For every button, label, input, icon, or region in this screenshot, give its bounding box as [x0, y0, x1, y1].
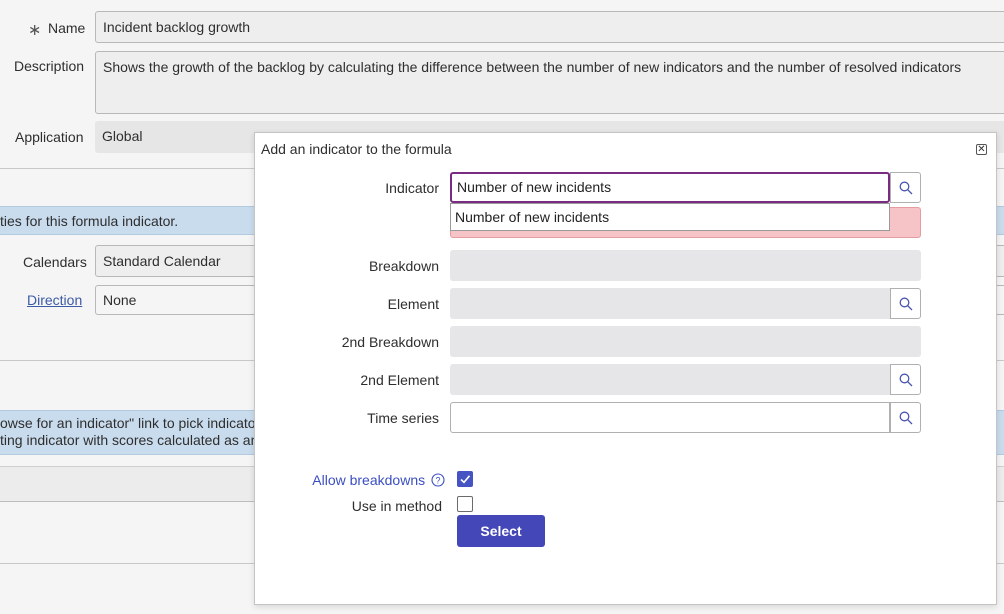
checkmark-icon	[460, 475, 471, 484]
allow-breakdowns-row: Allow breakdowns ?	[311, 472, 445, 488]
breakdown-label: Breakdown	[368, 258, 439, 274]
element2-field	[450, 364, 890, 395]
breakdown2-label: 2nd Breakdown	[341, 334, 439, 350]
search-icon	[899, 411, 913, 425]
time-series-label: Time series	[367, 410, 439, 426]
search-icon	[899, 181, 913, 195]
application-label: Application	[15, 129, 84, 145]
description-label: Description	[14, 58, 85, 74]
help-line-2: ting indicator with scores calculated as…	[0, 432, 259, 448]
breakdown2-field	[450, 326, 921, 357]
direction-link-text[interactable]: Direction	[27, 292, 82, 308]
search-icon	[899, 373, 913, 387]
dialog-title: Add an indicator to the formula	[261, 141, 452, 157]
breakdown-field	[450, 250, 921, 281]
name-field[interactable]: Incident backlog growth	[95, 11, 1004, 43]
help-line-1: owse for an indicator" link to pick indi…	[0, 415, 256, 431]
indicator-search-button[interactable]	[890, 172, 921, 203]
use-in-method-checkbox[interactable]	[457, 496, 473, 512]
help-circle-icon[interactable]: ?	[431, 473, 445, 487]
allow-breakdowns-checkbox[interactable]	[457, 471, 473, 487]
time-series-field[interactable]	[450, 402, 890, 433]
required-asterisk: ∗	[28, 22, 42, 39]
svg-text:?: ?	[435, 476, 440, 486]
calendars-label: Calendars	[23, 254, 87, 270]
name-label: Name	[48, 20, 86, 36]
element2-label: 2nd Element	[360, 372, 439, 388]
element-search-button[interactable]	[890, 288, 921, 319]
use-in-method-label: Use in method	[351, 498, 442, 514]
add-indicator-dialog: Add an indicator to the formula ✕ Indica…	[254, 132, 997, 605]
direction-link[interactable]: Direction	[27, 292, 82, 308]
indicator-input[interactable]: Number of new incidents	[450, 172, 890, 203]
element-label: Element	[387, 296, 439, 312]
description-field[interactable]: Shows the growth of the backlog by calcu…	[95, 51, 1004, 114]
select-button[interactable]: Select	[457, 515, 545, 547]
element2-search-button[interactable]	[890, 364, 921, 395]
indicator-label: Indicator	[385, 180, 439, 196]
info-banner-text: ties for this formula indicator.	[0, 213, 179, 229]
element-field	[450, 288, 890, 319]
close-x-icon[interactable]: ✕	[976, 144, 987, 155]
allow-breakdowns-label[interactable]: Allow breakdowns	[312, 472, 425, 488]
search-icon	[899, 297, 913, 311]
time-series-search-button[interactable]	[890, 402, 921, 433]
indicator-suggestion-item[interactable]: Number of new incidents	[450, 203, 890, 231]
